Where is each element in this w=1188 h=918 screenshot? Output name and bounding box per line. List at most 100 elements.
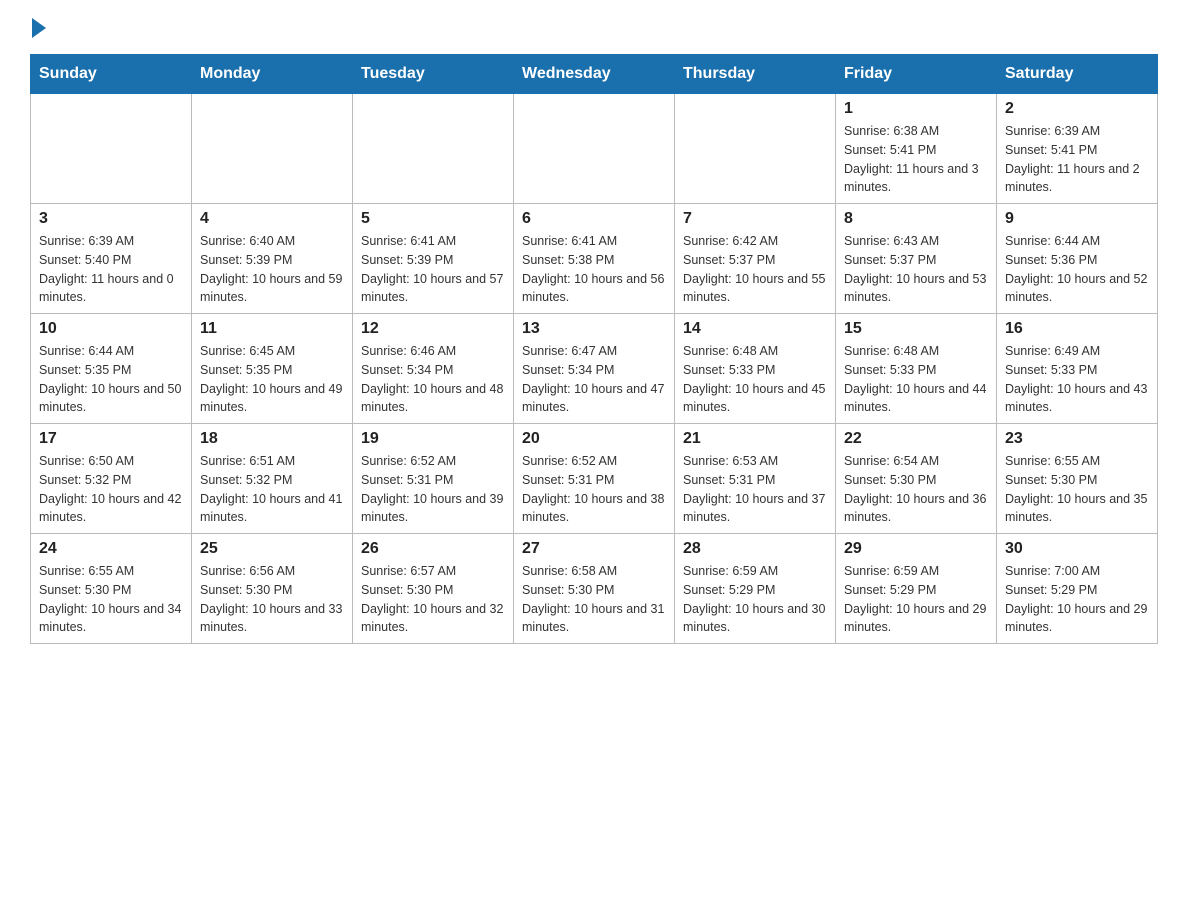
day-number: 8 (844, 210, 988, 228)
day-info: Sunrise: 6:56 AM Sunset: 5:30 PM Dayligh… (200, 562, 344, 637)
calendar-day-cell: 23Sunrise: 6:55 AM Sunset: 5:30 PM Dayli… (997, 424, 1158, 534)
day-number: 25 (200, 540, 344, 558)
day-number: 2 (1005, 100, 1149, 118)
day-info: Sunrise: 6:52 AM Sunset: 5:31 PM Dayligh… (522, 452, 666, 527)
weekday-header-sunday: Sunday (31, 55, 192, 94)
calendar-day-cell: 4 Sunrise: 6:40 AM Sunset: 5:39 PM Daylig… (192, 204, 353, 314)
day-number: 13 (522, 320, 666, 338)
weekday-header-wednesday: Wednesday (514, 55, 675, 94)
calendar-day-cell: 19 Sunrise: 6:52 AM Sunset: 5:31 PM Dayli… (353, 424, 514, 534)
day-info: Sunrise: 6:57 AM Sunset: 5:30 PM Dayligh… (361, 562, 505, 637)
calendar-day-cell: 30 Sunrise: 7:00 AM Sunset: 5:29 PM Dayli… (997, 534, 1158, 644)
day-info: Sunrise: 6:43 AM Sunset: 5:37 PM Dayligh… (844, 232, 988, 307)
day-info: Sunrise: 6:42 AM Sunset: 5:37 PM Dayligh… (683, 232, 827, 307)
day-number: 6 (522, 210, 666, 228)
calendar-day-cell: 15Sunrise: 6:48 AM Sunset: 5:33 PM Dayli… (836, 314, 997, 424)
day-info: Sunrise: 6:39 AM Sunset: 5:41 PM Dayligh… (1005, 122, 1149, 197)
calendar-day-cell: 20 Sunrise: 6:52 AM Sunset: 5:31 PM Dayli… (514, 424, 675, 534)
header (30, 20, 1158, 38)
calendar-day-cell (353, 94, 514, 204)
day-number: 24 (39, 540, 183, 558)
day-info: Sunrise: 6:52 AM Sunset: 5:31 PM Dayligh… (361, 452, 505, 527)
calendar-day-cell: 25 Sunrise: 6:56 AM Sunset: 5:30 PM Dayli… (192, 534, 353, 644)
day-number: 9 (1005, 210, 1149, 228)
calendar-day-cell: 12 Sunrise: 6:46 AM Sunset: 5:34 PM Dayli… (353, 314, 514, 424)
weekday-header-friday: Friday (836, 55, 997, 94)
day-number: 26 (361, 540, 505, 558)
day-info: Sunrise: 6:40 AM Sunset: 5:39 PM Dayligh… (200, 232, 344, 307)
day-number: 12 (361, 320, 505, 338)
logo-arrow-icon (32, 18, 46, 38)
day-number: 20 (522, 430, 666, 448)
day-info: Sunrise: 6:55 AM Sunset: 5:30 PM Dayligh… (39, 562, 183, 637)
weekday-header-thursday: Thursday (675, 55, 836, 94)
calendar-week-row: 1Sunrise: 6:38 AM Sunset: 5:41 PM Daylig… (31, 94, 1158, 204)
day-info: Sunrise: 6:46 AM Sunset: 5:34 PM Dayligh… (361, 342, 505, 417)
day-info: Sunrise: 6:49 AM Sunset: 5:33 PM Dayligh… (1005, 342, 1149, 417)
day-info: Sunrise: 6:38 AM Sunset: 5:41 PM Dayligh… (844, 122, 988, 197)
day-number: 23 (1005, 430, 1149, 448)
day-info: Sunrise: 6:53 AM Sunset: 5:31 PM Dayligh… (683, 452, 827, 527)
calendar-day-cell: 22Sunrise: 6:54 AM Sunset: 5:30 PM Dayli… (836, 424, 997, 534)
calendar-day-cell: 27 Sunrise: 6:58 AM Sunset: 5:30 PM Dayli… (514, 534, 675, 644)
day-number: 10 (39, 320, 183, 338)
calendar-week-row: 17 Sunrise: 6:50 AM Sunset: 5:32 PM Dayli… (31, 424, 1158, 534)
weekday-header-monday: Monday (192, 55, 353, 94)
calendar-day-cell: 16 Sunrise: 6:49 AM Sunset: 5:33 PM Dayli… (997, 314, 1158, 424)
calendar-day-cell: 7 Sunrise: 6:42 AM Sunset: 5:37 PM Daylig… (675, 204, 836, 314)
day-info: Sunrise: 6:51 AM Sunset: 5:32 PM Dayligh… (200, 452, 344, 527)
day-number: 22 (844, 430, 988, 448)
day-number: 18 (200, 430, 344, 448)
calendar-table: SundayMondayTuesdayWednesdayThursdayFrid… (30, 54, 1158, 644)
day-info: Sunrise: 6:45 AM Sunset: 5:35 PM Dayligh… (200, 342, 344, 417)
day-number: 16 (1005, 320, 1149, 338)
calendar-day-cell: 10 Sunrise: 6:44 AM Sunset: 5:35 PM Dayli… (31, 314, 192, 424)
day-info: Sunrise: 6:47 AM Sunset: 5:34 PM Dayligh… (522, 342, 666, 417)
weekday-header-saturday: Saturday (997, 55, 1158, 94)
calendar-day-cell: 29Sunrise: 6:59 AM Sunset: 5:29 PM Dayli… (836, 534, 997, 644)
day-number: 27 (522, 540, 666, 558)
day-number: 11 (200, 320, 344, 338)
day-number: 28 (683, 540, 827, 558)
day-info: Sunrise: 6:48 AM Sunset: 5:33 PM Dayligh… (683, 342, 827, 417)
day-number: 4 (200, 210, 344, 228)
calendar-day-cell: 11 Sunrise: 6:45 AM Sunset: 5:35 PM Dayli… (192, 314, 353, 424)
calendar-day-cell: 2 Sunrise: 6:39 AM Sunset: 5:41 PM Daylig… (997, 94, 1158, 204)
calendar-day-cell (192, 94, 353, 204)
calendar-day-cell: 21 Sunrise: 6:53 AM Sunset: 5:31 PM Dayli… (675, 424, 836, 534)
day-number: 3 (39, 210, 183, 228)
calendar-day-cell: 8 Sunrise: 6:43 AM Sunset: 5:37 PM Daylig… (836, 204, 997, 314)
day-info: Sunrise: 6:44 AM Sunset: 5:36 PM Dayligh… (1005, 232, 1149, 307)
day-info: Sunrise: 6:41 AM Sunset: 5:38 PM Dayligh… (522, 232, 666, 307)
calendar-day-cell (31, 94, 192, 204)
day-info: Sunrise: 7:00 AM Sunset: 5:29 PM Dayligh… (1005, 562, 1149, 637)
day-info: Sunrise: 6:59 AM Sunset: 5:29 PM Dayligh… (683, 562, 827, 637)
calendar-week-row: 3 Sunrise: 6:39 AM Sunset: 5:40 PM Daylig… (31, 204, 1158, 314)
day-number: 21 (683, 430, 827, 448)
day-number: 5 (361, 210, 505, 228)
day-number: 19 (361, 430, 505, 448)
day-number: 17 (39, 430, 183, 448)
calendar-day-cell (675, 94, 836, 204)
day-info: Sunrise: 6:39 AM Sunset: 5:40 PM Dayligh… (39, 232, 183, 307)
day-number: 14 (683, 320, 827, 338)
day-number: 30 (1005, 540, 1149, 558)
calendar-week-row: 24 Sunrise: 6:55 AM Sunset: 5:30 PM Dayli… (31, 534, 1158, 644)
day-info: Sunrise: 6:44 AM Sunset: 5:35 PM Dayligh… (39, 342, 183, 417)
weekday-header-tuesday: Tuesday (353, 55, 514, 94)
day-info: Sunrise: 6:59 AM Sunset: 5:29 PM Dayligh… (844, 562, 988, 637)
calendar-day-cell: 1Sunrise: 6:38 AM Sunset: 5:41 PM Daylig… (836, 94, 997, 204)
calendar-day-cell: 3 Sunrise: 6:39 AM Sunset: 5:40 PM Daylig… (31, 204, 192, 314)
day-info: Sunrise: 6:50 AM Sunset: 5:32 PM Dayligh… (39, 452, 183, 527)
calendar-day-cell: 6 Sunrise: 6:41 AM Sunset: 5:38 PM Daylig… (514, 204, 675, 314)
calendar-day-cell: 17 Sunrise: 6:50 AM Sunset: 5:32 PM Dayli… (31, 424, 192, 534)
calendar-day-cell: 5 Sunrise: 6:41 AM Sunset: 5:39 PM Daylig… (353, 204, 514, 314)
day-info: Sunrise: 6:41 AM Sunset: 5:39 PM Dayligh… (361, 232, 505, 307)
calendar-week-row: 10 Sunrise: 6:44 AM Sunset: 5:35 PM Dayli… (31, 314, 1158, 424)
calendar-day-cell: 9 Sunrise: 6:44 AM Sunset: 5:36 PM Daylig… (997, 204, 1158, 314)
day-info: Sunrise: 6:58 AM Sunset: 5:30 PM Dayligh… (522, 562, 666, 637)
calendar-day-cell: 28 Sunrise: 6:59 AM Sunset: 5:29 PM Dayli… (675, 534, 836, 644)
day-info: Sunrise: 6:48 AM Sunset: 5:33 PM Dayligh… (844, 342, 988, 417)
calendar-day-cell: 24 Sunrise: 6:55 AM Sunset: 5:30 PM Dayli… (31, 534, 192, 644)
day-number: 7 (683, 210, 827, 228)
